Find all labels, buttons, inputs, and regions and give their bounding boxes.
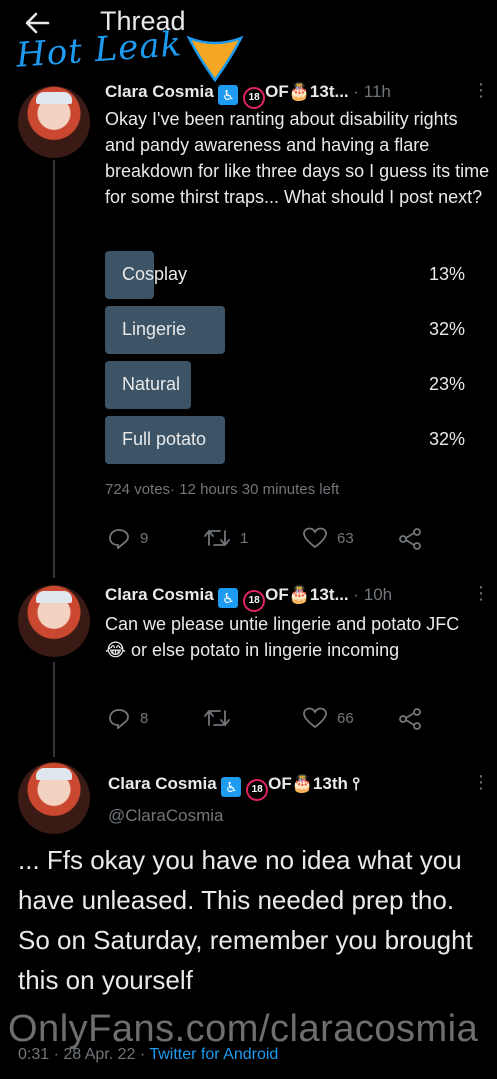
- avatar[interactable]: [18, 585, 90, 657]
- thread-line: [53, 160, 55, 578]
- main-tweet-text: ... Ffs okay you have no idea what you h…: [18, 845, 473, 995]
- heart-icon: [303, 527, 327, 549]
- tweet-time: · 10h: [353, 585, 393, 604]
- tweet-timestamp: 0:31 · 28 Apr. 22 ·: [18, 1046, 146, 1063]
- author-handle[interactable]: @ClaraCosmia: [108, 806, 224, 826]
- retweet-icon: [204, 529, 230, 547]
- poll-option[interactable]: Full potato 32%: [105, 416, 465, 464]
- poll-percent: 23%: [428, 374, 465, 394]
- avatar[interactable]: [18, 762, 90, 834]
- more-options-icon[interactable]: ⋮: [472, 80, 490, 101]
- reply-button[interactable]: 8: [108, 707, 148, 729]
- poll-label: Lingerie: [122, 319, 187, 339]
- wheelchair-icon: ♿: [218, 85, 239, 105]
- author-row[interactable]: Clara Cosmia ♿ 18 OF🎂13t... · 11h: [105, 82, 391, 109]
- reply-button[interactable]: 9: [108, 527, 148, 549]
- author-badges: OF🎂13t...: [265, 82, 349, 101]
- more-options-icon[interactable]: ⋮: [472, 772, 490, 793]
- author-row[interactable]: Clara Cosmia ♿ 18 OF🎂13t... · 10h: [105, 585, 392, 612]
- pin-icon: ⫯: [352, 774, 361, 793]
- wheelchair-icon: ♿: [221, 777, 242, 797]
- avatar[interactable]: [18, 86, 90, 158]
- author-name: Clara Cosmia: [105, 585, 214, 604]
- share-icon[interactable]: [398, 527, 422, 551]
- author-badges: OF🎂13t...: [265, 585, 349, 604]
- poll-percent: 32%: [428, 319, 465, 339]
- poll-label: Full potato: [122, 429, 207, 449]
- poll-label: Cosplay: [122, 264, 188, 284]
- share-icon[interactable]: [398, 707, 422, 731]
- author-name: Clara Cosmia: [105, 82, 214, 101]
- wheelchair-icon: ♿: [218, 588, 239, 608]
- watermark: OnlyFans.com/claracosmia: [8, 1008, 479, 1050]
- retweet-button[interactable]: 1: [204, 527, 248, 549]
- poll-percent: 32%: [428, 429, 465, 449]
- adult-18-icon: 18: [246, 779, 269, 801]
- tweet-time: · 11h: [353, 82, 391, 101]
- retweet-button[interactable]: [204, 707, 240, 729]
- poll-votes: 724 votes: [105, 481, 171, 498]
- author-row[interactable]: Clara Cosmia ♿ 18 OF🎂13th ⫯: [108, 774, 360, 801]
- adult-18-icon: 18: [243, 590, 266, 612]
- poll-label: Natural: [122, 374, 181, 394]
- poll-percent: 13%: [428, 264, 465, 284]
- poll-meta: 724 votes· 12 hours 30 minutes left: [105, 481, 340, 498]
- reply-icon: [109, 709, 129, 729]
- poll-option[interactable]: Cosplay 13%: [105, 251, 465, 299]
- retweet-icon: [204, 709, 230, 727]
- thread-line: [53, 662, 55, 757]
- author-name: Clara Cosmia: [108, 774, 217, 793]
- poll-option[interactable]: Natural 23%: [105, 361, 465, 409]
- tweet-source-link[interactable]: Twitter for Android: [149, 1046, 278, 1063]
- tweet-text: Okay I've been ranting about disability …: [105, 109, 490, 207]
- reply-icon: [109, 529, 129, 549]
- tweet-text: Can we please untie lingerie and potato …: [105, 614, 460, 660]
- poll-option[interactable]: Lingerie 32%: [105, 306, 465, 354]
- more-options-icon[interactable]: ⋮: [472, 583, 490, 604]
- author-badges: OF🎂13th: [268, 774, 348, 793]
- heart-icon: [303, 707, 327, 729]
- bikini-logo-icon: [186, 35, 244, 83]
- like-button[interactable]: 63: [303, 527, 354, 549]
- poll-time-left: 12 hours 30 minutes left: [179, 481, 340, 498]
- tweet-footer: 0:31 · 28 Apr. 22 · Twitter for Android: [18, 1046, 278, 1064]
- like-button[interactable]: 66: [303, 707, 354, 729]
